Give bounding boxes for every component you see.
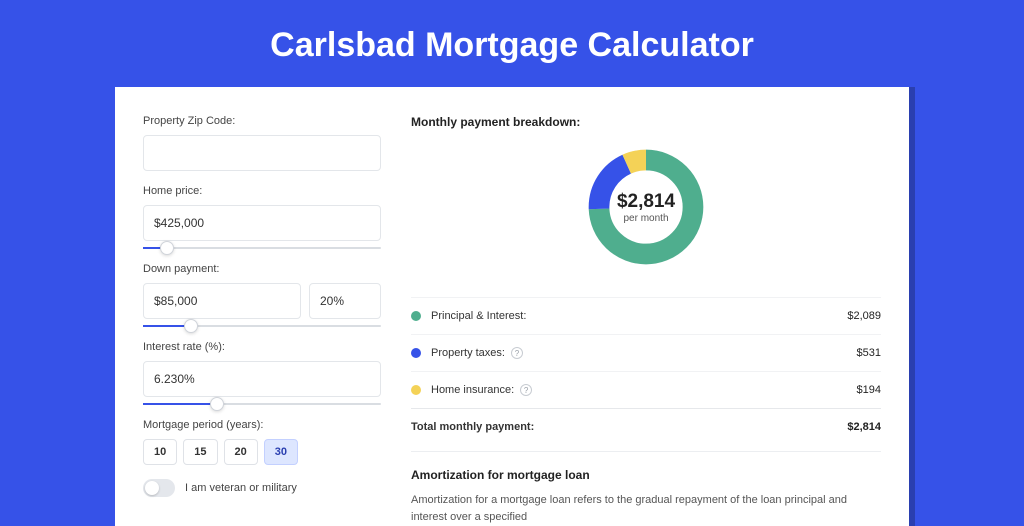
total-label: Total monthly payment: [411,421,534,433]
donut-center-sub: per month [623,213,668,224]
total-value: $2,814 [847,421,881,433]
period-button-30[interactable]: 30 [264,439,298,465]
principal-value: $2,089 [847,310,881,322]
period-button-15[interactable]: 15 [183,439,217,465]
calculator-panel: Property Zip Code: Home price: Down paym… [115,87,909,526]
down-payment-percent-input[interactable] [309,283,381,319]
interest-rate-input[interactable] [143,361,381,397]
amortization-heading: Amortization for mortgage loan [411,468,881,482]
period-buttons: 1015 2030 [143,439,381,465]
veteran-label: I am veteran or military [185,482,297,494]
interest-rate-slider[interactable] [143,403,381,405]
help-icon[interactable]: ? [511,347,523,359]
interest-rate-label: Interest rate (%): [143,341,381,353]
home-price-label: Home price: [143,185,381,197]
down-payment-slider[interactable] [143,325,381,327]
insurance-label: Home insurance: [431,384,514,396]
row-principal-interest: Principal & Interest: $2,089 [411,297,881,334]
amortization-text: Amortization for a mortgage loan refers … [411,492,881,525]
results-column: Monthly payment breakdown: $2,814 per mo… [411,115,881,526]
breakdown-heading: Monthly payment breakdown: [411,115,881,129]
dot-green-icon [411,311,421,321]
help-icon[interactable]: ? [520,384,532,396]
insurance-value: $194 [857,384,881,396]
page-title: Carlsbad Mortgage Calculator [0,0,1024,87]
dot-yellow-icon [411,385,421,395]
veteran-toggle[interactable] [143,479,175,497]
period-button-20[interactable]: 20 [224,439,258,465]
dot-blue-icon [411,348,421,358]
row-home-insurance: Home insurance: ? $194 [411,371,881,408]
down-payment-label: Down payment: [143,263,381,275]
inputs-column: Property Zip Code: Home price: Down paym… [143,115,381,526]
home-price-slider[interactable] [143,247,381,249]
zip-code-input[interactable] [143,135,381,171]
home-price-input[interactable] [143,205,381,241]
donut-center-amount: $2,814 [617,191,675,213]
payment-donut-chart: $2,814 per month [584,145,708,269]
period-button-10[interactable]: 10 [143,439,177,465]
row-total: Total monthly payment: $2,814 [411,408,881,445]
down-payment-amount-input[interactable] [143,283,301,319]
amortization-section: Amortization for mortgage loan Amortizat… [411,451,881,525]
taxes-label: Property taxes: [431,347,505,359]
taxes-value: $531 [857,347,881,359]
row-property-taxes: Property taxes: ? $531 [411,334,881,371]
principal-label: Principal & Interest: [431,310,526,322]
zip-code-label: Property Zip Code: [143,115,381,127]
period-label: Mortgage period (years): [143,419,381,431]
